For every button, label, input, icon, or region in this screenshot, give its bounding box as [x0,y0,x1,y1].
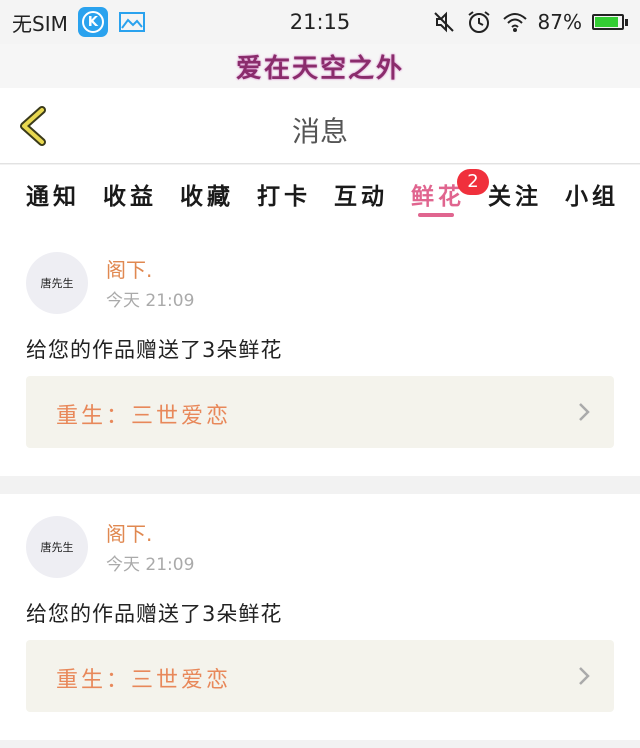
message-card: 唐先生 阁下. 今天 21:09 给您的作品赠送了3朵鲜花 重生：三世爱恋 [0,494,640,740]
message-text: 给您的作品赠送了3朵鲜花 [26,602,283,626]
battery-percent: 87% [537,10,582,34]
tab-groups[interactable]: 小组 [565,177,619,211]
chevron-right-icon [579,403,590,421]
alarm-icon [467,11,490,33]
tab-following[interactable]: 关注 [488,177,542,211]
page-title: 消息 [291,115,348,148]
nav-bar: 消息 [0,88,640,164]
watermark-banner: 爱在天空之外 [0,44,640,88]
tab-notifications[interactable]: 通知 [26,177,80,211]
message-time: 今天 21:09 [106,291,195,311]
tab-interaction[interactable]: 互动 [334,177,388,211]
tab-earnings[interactable]: 收益 [103,177,157,211]
tab-flowers[interactable]: 鲜花 2 [411,169,489,211]
sender-name[interactable]: 阁下. [106,518,152,547]
battery-icon [592,14,628,30]
work-link[interactable]: 重生：三世爱恋 [26,640,614,712]
tab-flowers-label: 鲜花 [411,184,465,210]
carrier-label: 无SIM [12,11,68,36]
mute-icon [433,11,454,33]
wifi-icon [502,13,527,32]
message-text: 给您的作品赠送了3朵鲜花 [26,338,283,362]
status-bar: 无SIM K 21:15 87% [0,0,640,44]
work-link[interactable]: 重生：三世爱恋 [26,376,614,448]
message-time: 今天 21:09 [106,555,195,575]
unread-badge: 2 [457,169,489,195]
tab-bar: 通知 收益 收藏 打卡 互动 鲜花 2 关注 小组 [0,165,640,231]
active-tab-indicator [418,213,454,217]
work-title: 重生：三世爱恋 [56,668,232,693]
tab-checkin[interactable]: 打卡 [257,177,311,211]
chevron-right-icon [579,667,590,685]
back-chevron-icon[interactable] [14,104,54,148]
gallery-icon [118,12,145,32]
tab-favorites[interactable]: 收藏 [180,177,234,211]
avatar[interactable]: 唐先生 [26,516,88,578]
banner-text: 爱在天空之外 [235,53,404,84]
k-app-icon: K [77,7,108,37]
avatar[interactable]: 唐先生 [26,252,88,314]
message-card: 唐先生 阁下. 今天 21:09 给您的作品赠送了3朵鲜花 重生：三世爱恋 [0,230,640,476]
sender-name[interactable]: 阁下. [106,254,152,283]
work-title: 重生：三世爱恋 [56,404,232,429]
